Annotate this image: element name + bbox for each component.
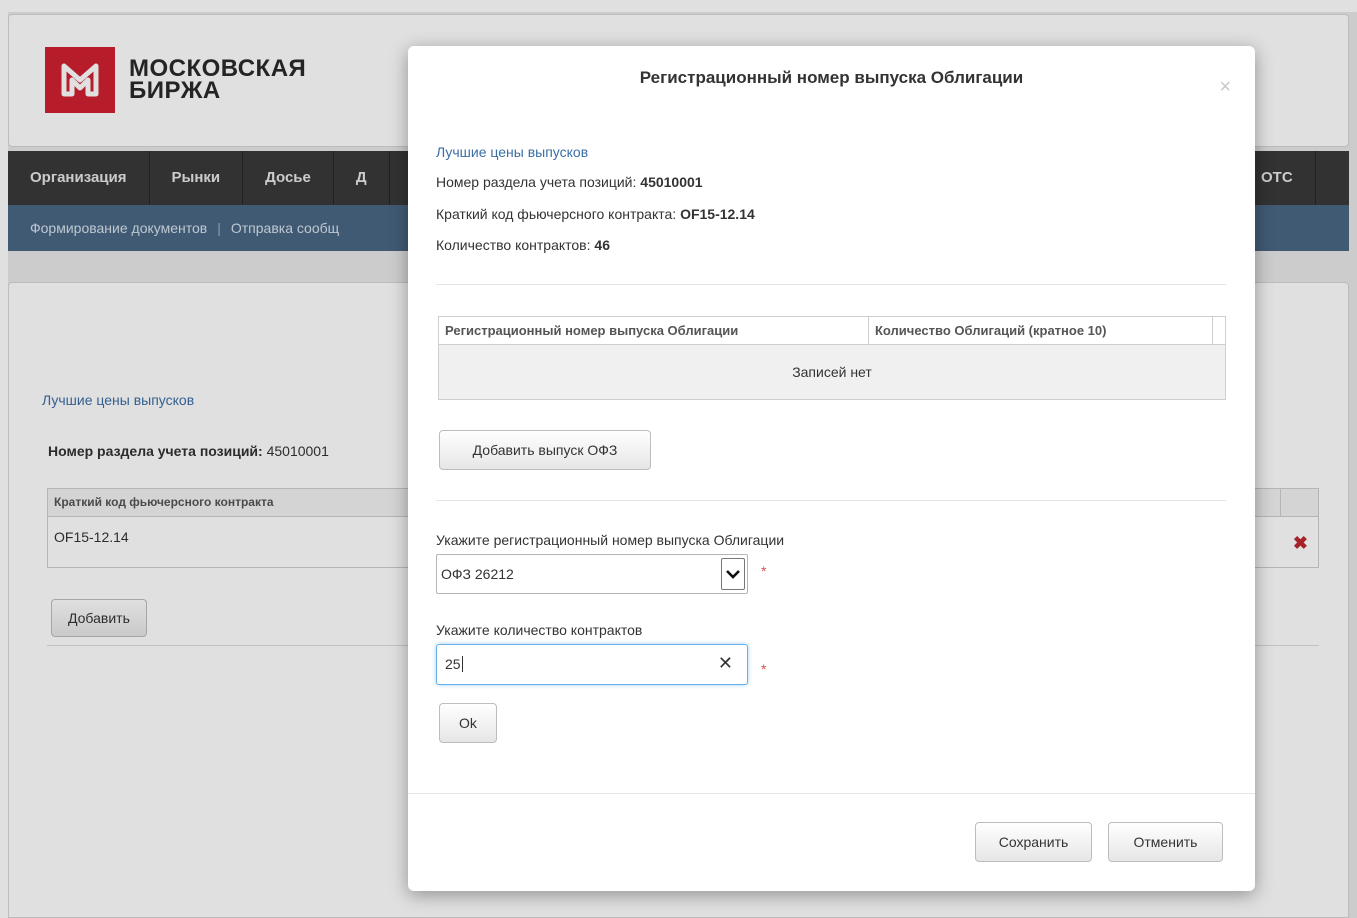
modal-title: Регистрационный номер выпуска Облигации: [639, 68, 1024, 87]
bond-issue-select-value: ОФЗ 26212: [441, 566, 514, 582]
best-prices-link[interactable]: Лучшие цены выпусков: [436, 144, 588, 160]
add-ofz-button[interactable]: Добавить выпуск ОФЗ: [439, 430, 651, 470]
contract-code-line: Краткий код фьючерсного контракта: OF15-…: [436, 206, 755, 222]
footer-divider: [408, 793, 1255, 794]
required-mark: *: [761, 661, 767, 677]
section-number-label: Номер раздела учета позиций:: [436, 174, 637, 190]
contracts-quantity-value: 25: [445, 656, 463, 672]
empty-table-message: Записей нет: [439, 345, 1225, 399]
contract-code-label: Краткий код фьючерсного контракта:: [436, 206, 677, 222]
section-number-value: 45010001: [640, 174, 703, 190]
quantity-label: Укажите количество контрактов: [436, 622, 643, 638]
contract-count-label: Количество контрактов:: [436, 237, 591, 253]
column-header-bond-count[interactable]: Количество Облигаций (кратное 10): [869, 317, 1213, 344]
bond-issue-select[interactable]: ОФЗ 26212: [436, 554, 748, 594]
quantity-text: 25: [445, 656, 461, 672]
contract-code-value: OF15-12.14: [680, 206, 755, 222]
ok-button[interactable]: Ok: [439, 703, 497, 743]
select-label: Укажите регистрационный номер выпуска Об…: [436, 532, 785, 548]
divider: [436, 284, 1226, 285]
text-caret: [461, 656, 463, 672]
section-number-line: Номер раздела учета позиций: 45010001: [436, 174, 703, 190]
bond-registration-modal: Регистрационный номер выпуска Облигации …: [408, 46, 1255, 891]
bonds-table: Регистрационный номер выпуска Облигации …: [438, 316, 1226, 400]
divider: [436, 500, 1226, 501]
contract-count-line: Количество контрактов: 46: [436, 237, 610, 253]
cancel-button[interactable]: Отменить: [1108, 822, 1223, 862]
column-header-reg-number[interactable]: Регистрационный номер выпуска Облигации: [439, 317, 869, 344]
chevron-down-icon[interactable]: [721, 558, 745, 590]
close-icon[interactable]: ×: [1219, 76, 1231, 99]
bonds-table-header: Регистрационный номер выпуска Облигации …: [439, 317, 1225, 345]
required-mark: *: [761, 563, 767, 579]
save-button[interactable]: Сохранить: [975, 822, 1092, 862]
contract-count-value: 46: [594, 237, 610, 253]
contracts-quantity-input[interactable]: 25 ✕: [436, 644, 748, 685]
clear-icon[interactable]: ✕: [718, 653, 733, 674]
